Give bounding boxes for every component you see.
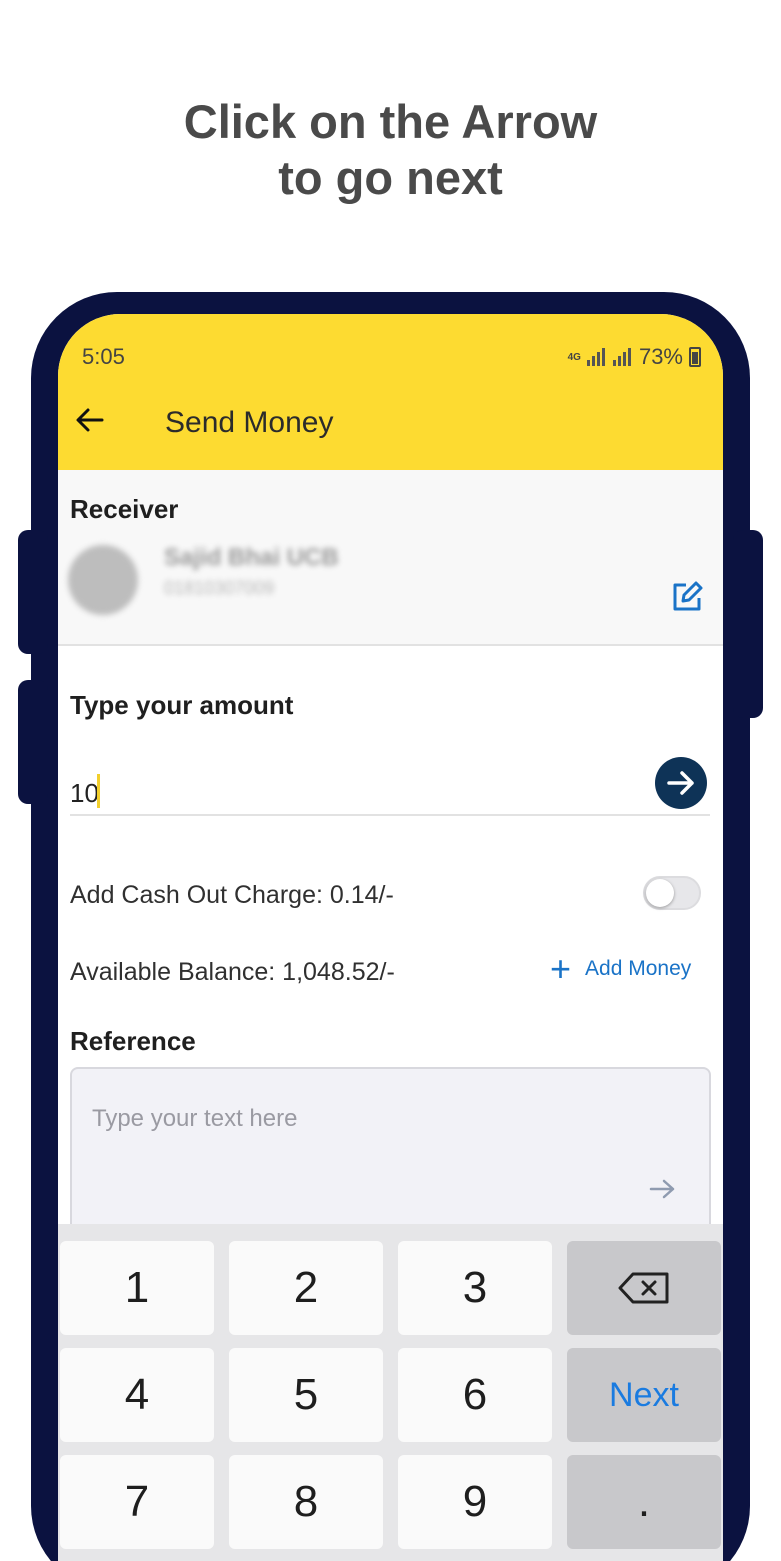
- key-6[interactable]: 6: [398, 1348, 552, 1442]
- plus-icon: +: [550, 948, 572, 989]
- key-1[interactable]: 1: [60, 1241, 214, 1335]
- receiver-card: Receiver Sajid Bhai UCB 01810307009: [58, 470, 723, 646]
- text-caret: [97, 774, 100, 808]
- signal-icon: [586, 348, 607, 366]
- signal-icon: [612, 348, 633, 366]
- toggle-knob: [646, 879, 674, 907]
- cash-out-charge-label: Add Cash Out Charge: 0.14/-: [70, 881, 394, 909]
- phone-side-button: [733, 530, 763, 718]
- edit-icon[interactable]: [670, 580, 704, 614]
- available-balance-label: Available Balance: 1,048.52/-: [70, 958, 395, 986]
- receiver-name: Sajid Bhai UCB: [164, 544, 339, 571]
- phone-screen: 5:05 4G 73% Send Money Receiver Sajid Bh…: [58, 314, 723, 1561]
- amount-value: 10: [70, 778, 99, 808]
- arrow-right-icon[interactable]: [648, 1177, 678, 1201]
- key-7[interactable]: 7: [60, 1455, 214, 1549]
- backspace-icon: [618, 1272, 669, 1304]
- headline-line-1: Click on the Arrow: [183, 95, 598, 148]
- arrow-right-icon: [667, 771, 694, 795]
- reference-input[interactable]: Type your text here: [70, 1067, 711, 1247]
- amount-input[interactable]: 10: [70, 764, 710, 816]
- network-type: 4G: [567, 351, 581, 363]
- backspace-key[interactable]: [567, 1241, 721, 1335]
- add-money-label: Add Money: [585, 957, 692, 980]
- status-time: 5:05: [82, 344, 125, 369]
- status-indicators: 4G 73%: [568, 344, 701, 370]
- headline-line-2: to go next: [278, 151, 503, 204]
- arrow-right-circle-icon[interactable]: [655, 757, 707, 809]
- battery-level: 73%: [638, 344, 683, 369]
- key-4[interactable]: 4: [60, 1348, 214, 1442]
- avatar: [68, 545, 138, 615]
- key-3[interactable]: 3: [398, 1241, 552, 1335]
- reference-label: Reference: [70, 1026, 196, 1056]
- arrow-left-icon[interactable]: [74, 404, 106, 436]
- amount-label: Type your amount: [70, 690, 294, 720]
- receiver-phone: 01810307009: [164, 578, 275, 598]
- battery-icon: [689, 347, 701, 367]
- dot-key[interactable]: .: [567, 1455, 721, 1549]
- phone-side-button: [18, 530, 48, 654]
- key-5[interactable]: 5: [229, 1348, 383, 1442]
- key-9[interactable]: 9: [398, 1455, 552, 1549]
- page-title: Send Money: [165, 406, 334, 439]
- app-bar: 5:05 4G 73% Send Money: [58, 314, 723, 470]
- next-key[interactable]: Next: [567, 1348, 721, 1442]
- add-money-button[interactable]: + Add Money: [550, 948, 692, 989]
- key-2[interactable]: 2: [229, 1241, 383, 1335]
- numeric-keypad: 1 2 3 4 5 6 Next 7 8 9 .: [58, 1224, 723, 1561]
- headline: Click on the Arrow to go next: [0, 94, 781, 206]
- reference-placeholder: Type your text here: [92, 1105, 298, 1132]
- cash-out-toggle[interactable]: [643, 876, 701, 910]
- key-8[interactable]: 8: [229, 1455, 383, 1549]
- phone-side-button: [18, 680, 48, 804]
- receiver-label: Receiver: [70, 494, 179, 524]
